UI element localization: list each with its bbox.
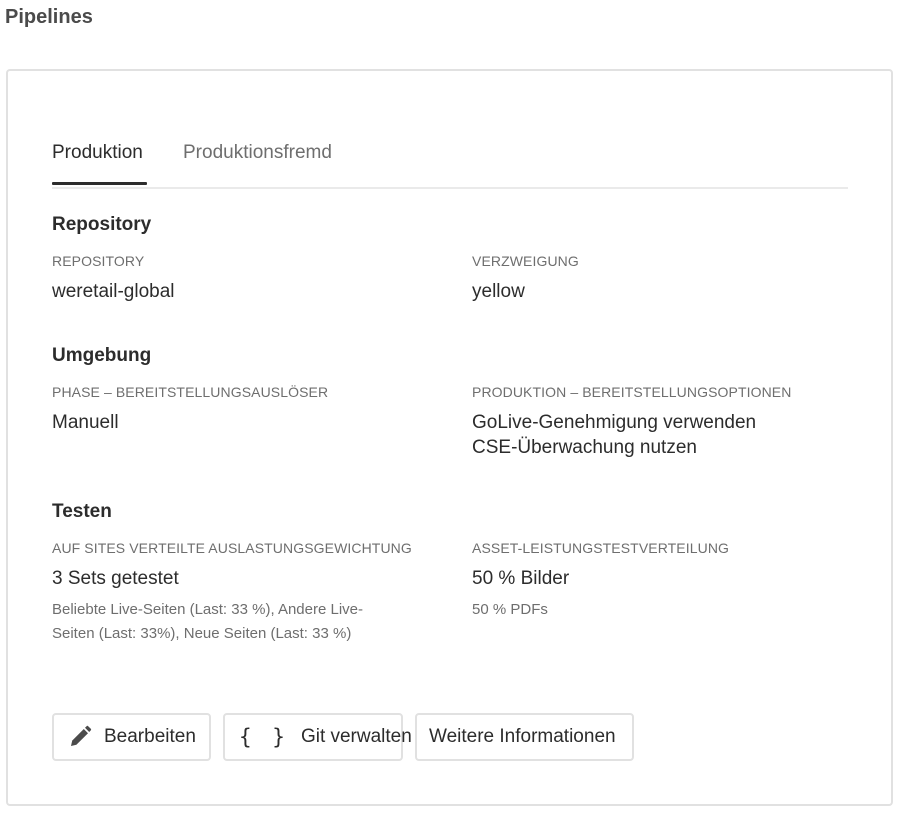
load-distribution-value: 3 Sets getestet [52, 568, 179, 589]
deployment-options-label: PRODUKTION – BEREITSTELLUNGSOPTIONEN [472, 384, 792, 400]
load-distribution-detail-line2: Seiten (Last: 33%), Neue Seiten (Last: 3… [52, 625, 352, 642]
more-info-button-label: Weitere Informationen [429, 726, 616, 747]
section-title-testing: Testen [52, 501, 112, 522]
section-title-repository: Repository [52, 214, 152, 235]
deployment-option-cse: CSE-Überwachung nutzen [472, 437, 697, 458]
braces-icon: { } [239, 725, 289, 749]
asset-distribution-detail: 50 % PDFs [472, 601, 548, 618]
deployment-trigger-value: Manuell [52, 412, 119, 433]
repository-label: REPOSITORY [52, 253, 145, 269]
load-distribution-label: AUF SITES VERTEILTE AUSLASTUNGSGEWICHTUN… [52, 540, 412, 556]
branch-value: yellow [472, 281, 525, 302]
page-title: Pipelines [5, 6, 93, 28]
deployment-trigger-label: PHASE – BEREITSTELLUNGSAUSLÖSER [52, 384, 329, 400]
asset-distribution-value: 50 % Bilder [472, 568, 570, 589]
more-info-button[interactable]: Weitere Informationen [415, 713, 634, 761]
asset-distribution-label: ASSET-LEISTUNGSTESTVERTEILUNG [472, 540, 730, 556]
load-distribution-detail-line1: Beliebte Live-Seiten (Last: 33 %), Ander… [52, 601, 364, 618]
manage-git-button[interactable]: { } Git verwalten [223, 713, 412, 761]
repository-value: weretail-global [52, 281, 175, 302]
deployment-option-golive: GoLive-Genehmigung verwenden [472, 412, 757, 433]
pipeline-card: Produktion Produktionsfremd Repository R… [6, 69, 893, 806]
section-title-environment: Umgebung [52, 345, 152, 366]
manage-git-button-label: Git verwalten [300, 726, 412, 747]
pencil-icon [68, 725, 92, 749]
tab-label: Produktion [52, 142, 143, 163]
edit-button[interactable]: Bearbeiten [52, 713, 211, 761]
branch-label: VERZWEIGUNG [472, 253, 579, 269]
active-tab-indicator [52, 182, 147, 185]
edit-button-label: Bearbeiten [104, 726, 196, 747]
tab-produktionsfremd[interactable]: Produktionsfremd [183, 142, 332, 164]
tab-bar: Produktion Produktionsfremd [52, 139, 848, 189]
tab-label: Produktionsfremd [183, 142, 332, 163]
tab-produktion[interactable]: Produktion [52, 142, 147, 185]
